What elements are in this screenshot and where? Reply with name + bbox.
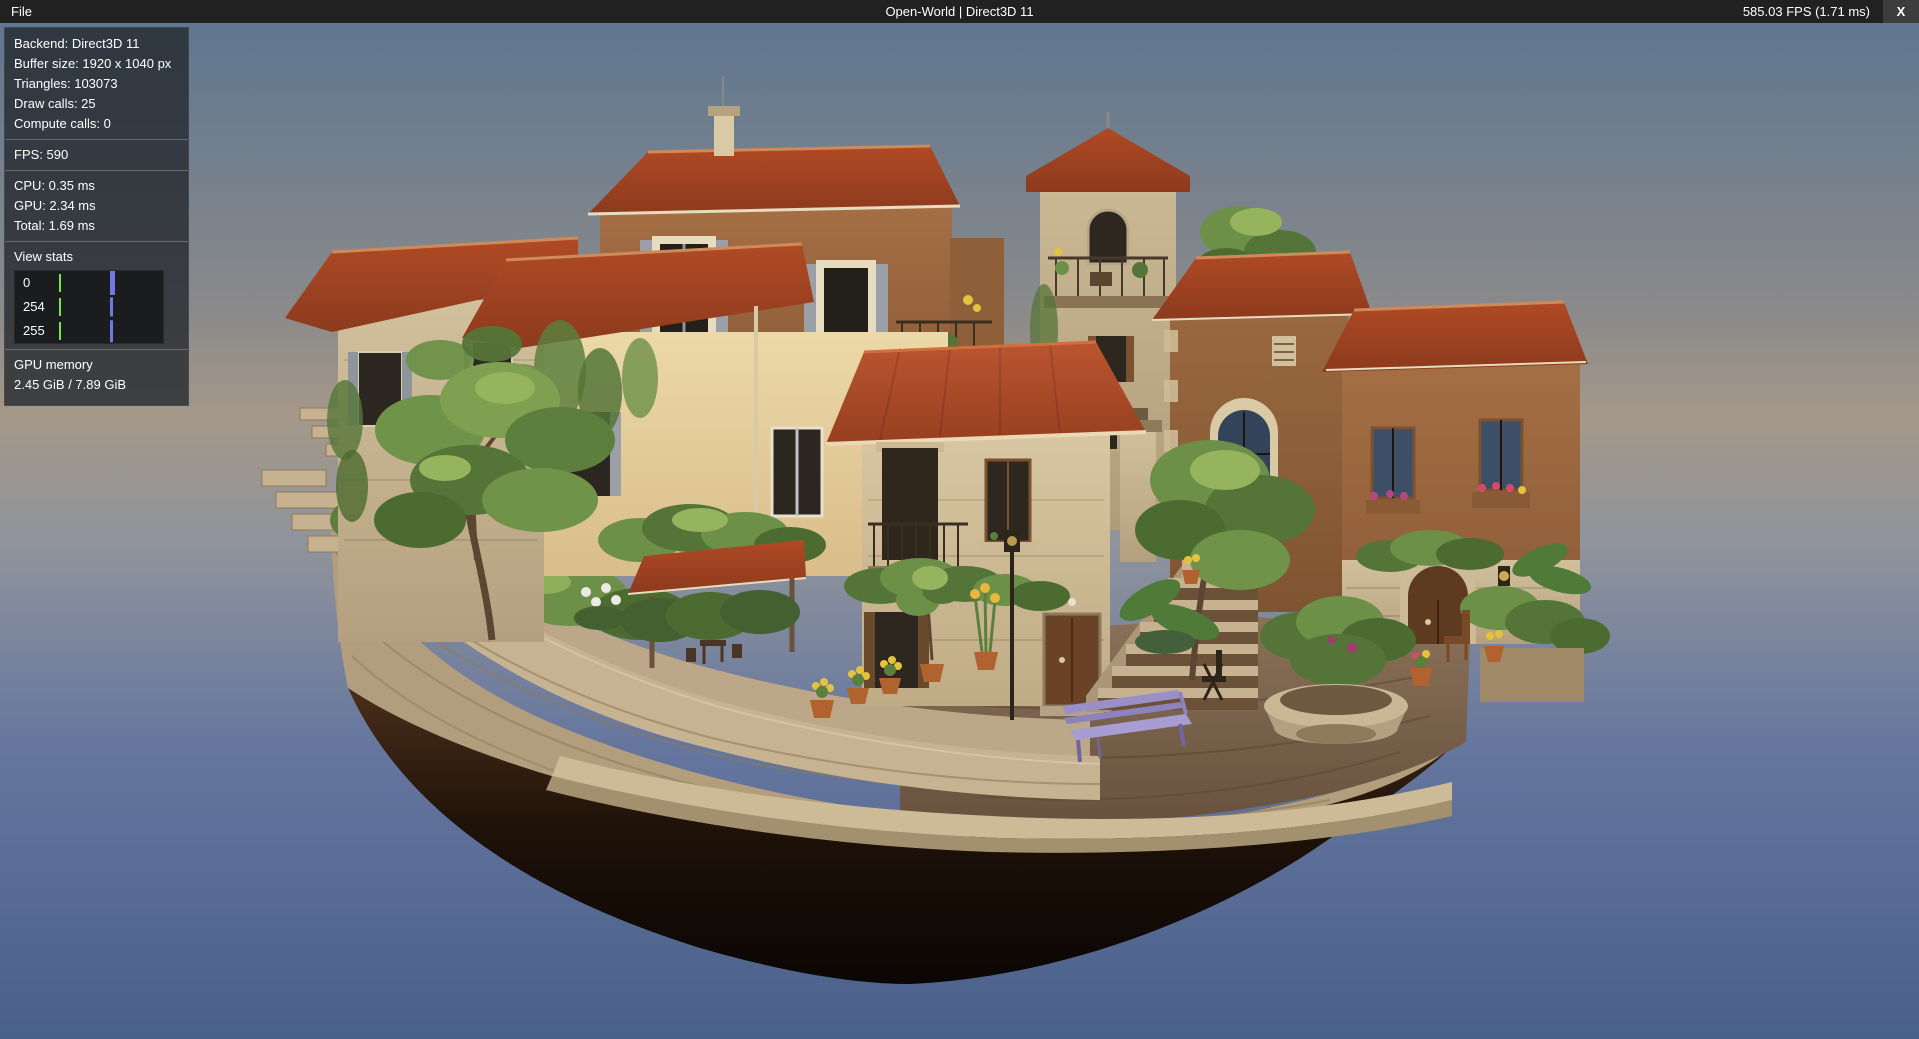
purple-marker [110, 271, 115, 295]
view-stats-row-0: 0 [15, 271, 163, 295]
stat-row-backend: Backend: Direct3D 11 [5, 34, 188, 54]
stat-row-fps: FPS: 590 [5, 145, 188, 165]
title-bar: File Open-World | Direct3D 11 585.03 FPS… [0, 0, 1919, 23]
green-marker [59, 322, 61, 339]
separator [5, 349, 188, 350]
stats-panel: Backend: Direct3D 11 Buffer size: 1920 x… [4, 27, 189, 406]
purple-marker [110, 320, 113, 342]
file-menu[interactable]: File [0, 0, 43, 23]
stat-row-cpu: CPU: 0.35 ms [5, 176, 188, 196]
row-label: 255 [15, 321, 45, 341]
view-stats-box: 0 254 255 [14, 270, 164, 344]
separator [5, 139, 188, 140]
stat-row-total: Total: 1.69 ms [5, 216, 188, 236]
view-stats-header: View stats [5, 247, 188, 267]
view-stats-row-1: 254 [15, 295, 163, 319]
viewport-3d-scene[interactable] [0, 0, 1919, 1039]
green-marker [59, 298, 61, 315]
stat-row-compute-calls: Compute calls: 0 [5, 114, 188, 134]
gpu-memory-value: 2.45 GiB / 7.89 GiB [5, 375, 188, 395]
stat-row-buffer-size: Buffer size: 1920 x 1040 px [5, 54, 188, 74]
separator [5, 241, 188, 242]
close-button[interactable]: X [1883, 0, 1919, 23]
fps-readout: 585.03 FPS (1.71 ms) [1743, 4, 1870, 19]
stat-row-draw-calls: Draw calls: 25 [5, 94, 188, 114]
gpu-memory-label: GPU memory [5, 355, 188, 375]
green-marker [59, 274, 61, 291]
row-label: 0 [15, 273, 30, 293]
row-label: 254 [15, 297, 45, 317]
stat-row-gpu: GPU: 2.34 ms [5, 196, 188, 216]
view-stats-row-2: 255 [15, 319, 163, 343]
window-title: Open-World | Direct3D 11 [0, 4, 1919, 19]
stat-row-triangles: Triangles: 103073 [5, 74, 188, 94]
purple-marker [110, 297, 113, 316]
application-window: File Open-World | Direct3D 11 585.03 FPS… [0, 0, 1919, 1039]
separator [5, 170, 188, 171]
